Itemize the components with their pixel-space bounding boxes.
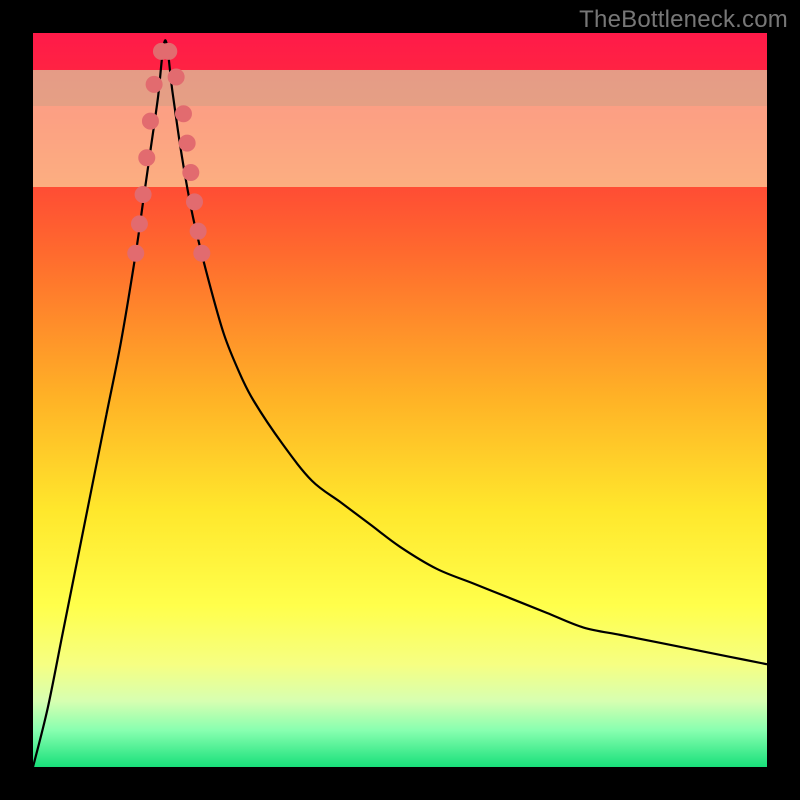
chart-frame: TheBottleneck.com <box>0 0 800 800</box>
curve-layer <box>33 33 767 767</box>
marker-point <box>146 76 162 92</box>
bottleneck-curve <box>33 40 767 767</box>
marker-point <box>190 223 206 239</box>
marker-point <box>161 43 177 59</box>
marker-point <box>183 164 199 180</box>
marker-point <box>194 245 210 261</box>
marker-point <box>175 106 191 122</box>
watermark-text: TheBottleneck.com <box>579 6 788 34</box>
plot-area <box>33 33 767 767</box>
marker-point <box>135 186 151 202</box>
marker-point <box>186 194 202 210</box>
sample-points <box>128 43 210 261</box>
marker-point <box>142 113 158 129</box>
marker-point <box>139 150 155 166</box>
marker-point <box>131 216 147 232</box>
marker-point <box>179 135 195 151</box>
marker-point <box>168 69 184 85</box>
marker-point <box>128 245 144 261</box>
